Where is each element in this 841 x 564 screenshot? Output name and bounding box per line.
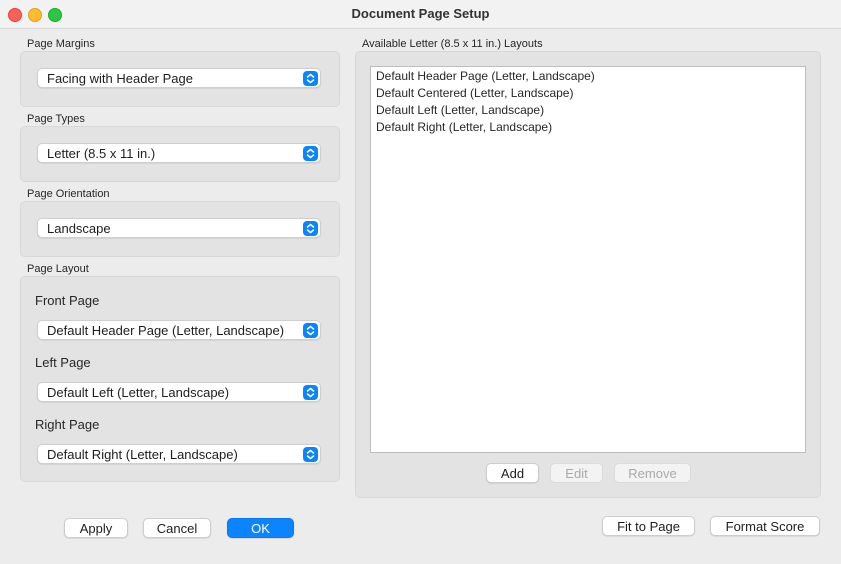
page-margins-label: Page Margins <box>27 38 95 50</box>
close-button[interactable] <box>8 8 22 22</box>
available-layouts-label: Available Letter (8.5 x 11 in.) Layouts <box>362 38 543 50</box>
page-types-value: Letter (8.5 x 11 in.) <box>47 146 156 161</box>
cancel-button[interactable]: Cancel <box>143 518 211 538</box>
title-bar: Document Page Setup <box>0 0 841 29</box>
zoom-button[interactable] <box>48 8 62 22</box>
window-title: Document Page Setup <box>351 6 490 21</box>
fit-to-page-button[interactable]: Fit to Page <box>602 516 695 536</box>
list-item[interactable]: Default Centered (Letter, Landscape) <box>376 86 573 100</box>
chevron-up-down-icon <box>303 447 318 462</box>
add-layout-button[interactable]: Add <box>486 463 539 483</box>
list-item[interactable]: Default Left (Letter, Landscape) <box>376 103 544 117</box>
left-page-value: Default Left (Letter, Landscape) <box>47 385 230 400</box>
page-types-popup[interactable]: Letter (8.5 x 11 in.) <box>37 143 321 163</box>
list-item[interactable]: Default Right (Letter, Landscape) <box>376 120 552 134</box>
page-margins-group: Facing with Header Page <box>20 51 340 107</box>
right-page-value: Default Right (Letter, Landscape) <box>47 447 238 462</box>
chevron-up-down-icon <box>303 323 318 338</box>
chevron-up-down-icon <box>303 385 318 400</box>
remove-layout-button[interactable]: Remove <box>614 463 691 483</box>
apply-button[interactable]: Apply <box>64 518 128 538</box>
page-margins-value: Facing with Header Page <box>47 71 193 86</box>
ok-button[interactable]: OK <box>227 518 294 538</box>
chevron-up-down-icon <box>303 221 318 236</box>
page-types-label: Page Types <box>27 113 85 125</box>
right-page-popup[interactable]: Default Right (Letter, Landscape) <box>37 444 321 464</box>
page-margins-popup[interactable]: Facing with Header Page <box>37 68 321 88</box>
chevron-up-down-icon <box>303 71 318 86</box>
layouts-list[interactable]: Default Header Page (Letter, Landscape) … <box>370 66 806 453</box>
format-score-button[interactable]: Format Score <box>710 516 820 536</box>
right-page-label: Right Page <box>35 417 100 432</box>
front-page-popup[interactable]: Default Header Page (Letter, Landscape) <box>37 320 321 340</box>
page-orientation-group: Landscape <box>20 201 340 257</box>
chevron-up-down-icon <box>303 146 318 161</box>
list-item[interactable]: Default Header Page (Letter, Landscape) <box>376 69 595 83</box>
page-types-group: Letter (8.5 x 11 in.) <box>20 126 340 182</box>
edit-layout-button[interactable]: Edit <box>550 463 603 483</box>
page-orientation-label: Page Orientation <box>27 188 110 200</box>
front-page-value: Default Header Page (Letter, Landscape) <box>47 323 285 338</box>
page-orientation-popup[interactable]: Landscape <box>37 218 321 238</box>
minimize-button[interactable] <box>28 8 42 22</box>
front-page-label: Front Page <box>35 293 100 308</box>
page-setup-window: Document Page Setup Page Margins Facing … <box>0 0 841 564</box>
left-page-label: Left Page <box>35 355 91 370</box>
page-orientation-value: Landscape <box>47 221 111 236</box>
left-page-popup[interactable]: Default Left (Letter, Landscape) <box>37 382 321 402</box>
page-layout-group: Front Page Default Header Page (Letter, … <box>20 276 340 482</box>
page-layout-label: Page Layout <box>27 263 89 275</box>
